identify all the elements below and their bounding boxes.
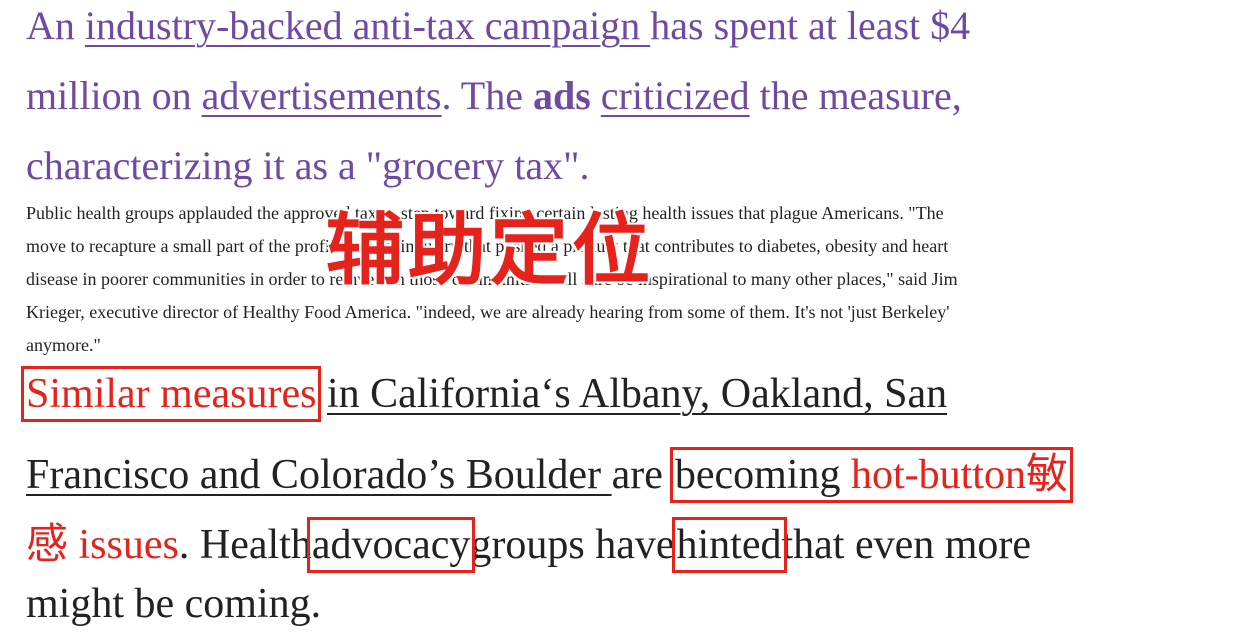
ads-bold: ads — [532, 73, 591, 118]
main-line-2: Francisco and Colorado’s Boulder are beco… — [26, 440, 1073, 503]
quote-line-5: anymore." — [26, 335, 101, 355]
text: that even more — [781, 522, 1032, 568]
hot-button-term: hot-button敏 — [850, 452, 1068, 498]
criticized-link[interactable]: criticized — [601, 73, 750, 118]
hinted-highlight: hinted — [671, 517, 787, 573]
advertisements-link[interactable]: advertisements — [202, 73, 442, 118]
text: becoming — [674, 452, 851, 498]
main-line-3: 感 issues. Healthadvocacygroups havehinte… — [26, 510, 1032, 573]
cities-link[interactable]: in California‘s Albany, Oakland, San — [327, 371, 947, 417]
main-line-1: Similar measures in California‘s Albany,… — [20, 366, 947, 422]
text — [316, 371, 327, 417]
cities-link-cont[interactable]: Francisco and Colorado’s Boulder — [26, 452, 612, 498]
text: million on — [26, 73, 202, 118]
hot-button-highlight: becoming hot-button敏 — [669, 447, 1073, 503]
main-line-4: might be coming. — [26, 581, 322, 627]
overlay-label: 辅助定位 — [326, 206, 655, 296]
text: are — [611, 452, 663, 498]
text: groups have — [470, 522, 675, 568]
text: An — [26, 3, 85, 48]
issues-term: 感 issues — [26, 522, 179, 568]
advocacy-highlight: advocacy — [306, 517, 476, 573]
anti-tax-campaign-link[interactable]: industry-backed anti-tax campaign — [85, 3, 650, 48]
text: . Health — [178, 522, 312, 568]
similar-measures-highlight: Similar measures — [20, 366, 322, 422]
purple-line-1: An industry-backed anti-tax campaign has… — [26, 2, 970, 49]
text: the measure, — [749, 73, 962, 118]
text — [591, 73, 601, 118]
purple-line-3: characterizing it as a "grocery tax". — [26, 143, 590, 188]
text: has spent at least $4 — [650, 3, 971, 48]
text: . The — [441, 73, 533, 118]
purple-line-2: million on advertisements. The ads criti… — [26, 72, 962, 119]
